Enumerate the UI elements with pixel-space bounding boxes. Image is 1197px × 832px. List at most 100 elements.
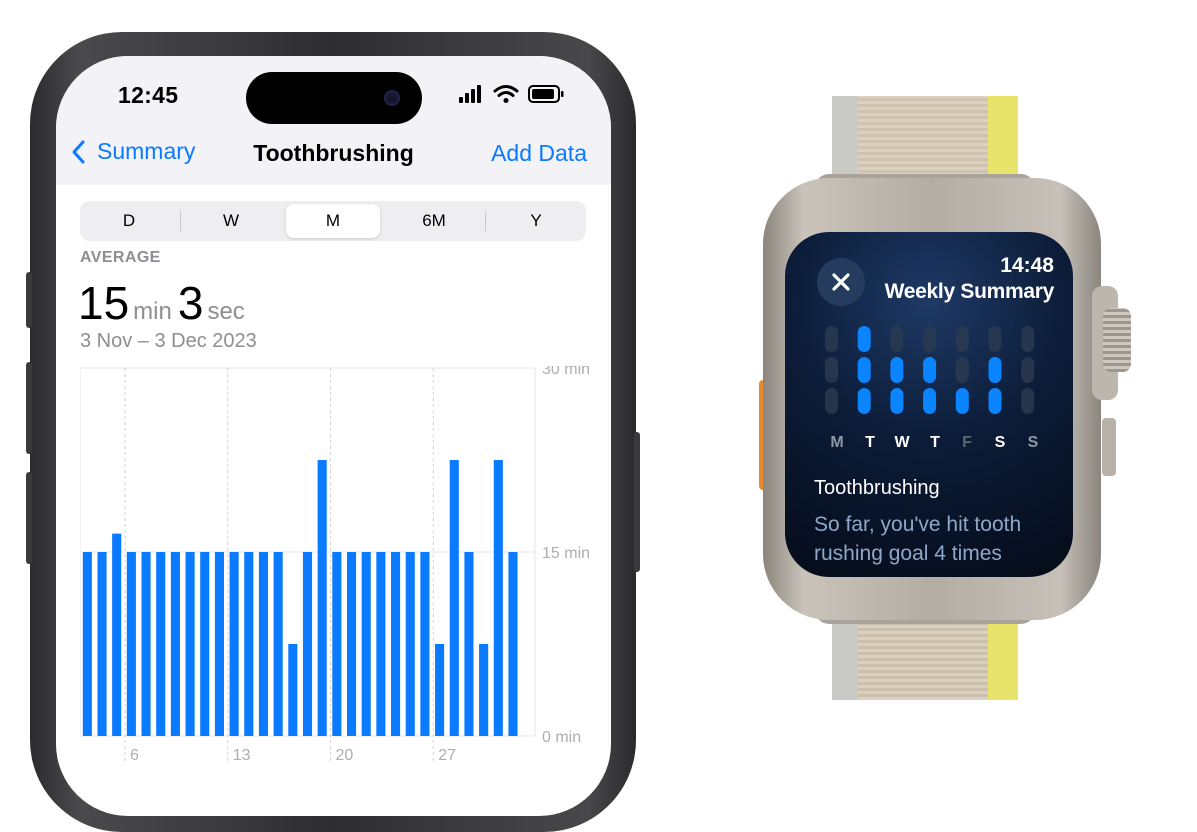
chart-bar [244,552,254,736]
chart-bar [229,552,239,736]
segment-divider [180,211,181,231]
y-tick-label: 30 min [542,366,590,378]
segment-six-months[interactable]: 6M [387,204,481,238]
status-time: 12:45 [118,82,179,108]
chart-bar [170,552,180,736]
chart-bar [405,552,415,736]
chart-bar [493,460,503,736]
x-tick-label: 13 [233,747,251,764]
day-label-tuesday: T [865,434,875,451]
close-icon [832,273,850,291]
chart-bar [156,552,166,736]
watch-summary-message: So far, you've hit tooth rushing goal 4 … [814,513,1022,565]
chart-bar [185,552,195,736]
goal-segment-empty [825,326,838,352]
goal-segment-empty [825,357,838,383]
watch-metric-label: Toothbrushing [814,477,940,499]
day-label-friday: F [962,434,972,451]
goal-segment-empty [955,357,969,383]
status-icons [459,85,564,103]
chart-bar [464,552,474,736]
chart-bar [302,552,313,736]
close-button[interactable] [817,258,865,306]
chart-bar [214,552,224,736]
average-seconds: 3 [177,277,204,329]
chart-bar [97,552,107,736]
chart-bar [435,644,445,736]
chart-bar [449,460,459,736]
chart-bar [112,533,122,736]
segment-month[interactable]: M [286,204,380,238]
minutes-unit: min [133,298,172,325]
goal-segment-empty [955,326,969,352]
chart-bar [361,552,371,736]
goal-segment-empty [1021,388,1035,414]
chart-bar [288,644,298,736]
day-label-thursday: T [930,434,940,451]
goal-segment-met [955,388,969,414]
action-button [26,272,32,328]
segment-divider [485,211,486,231]
toothbrushing-bar-chart[interactable]: 30 min 15 min 0 min 6 13 20 27 [80,366,605,776]
digital-crown[interactable] [1103,308,1131,372]
segment-year[interactable]: Y [489,204,583,238]
goal-segment-empty [825,388,838,414]
goal-segment-met [857,357,871,383]
time-range-segmented-control: D W M 6M Y [80,201,586,241]
goal-segment-met [890,357,904,383]
side-button [634,432,640,572]
chart-bar [273,552,283,736]
goal-segment-met [890,388,904,414]
day-label-saturday: S [994,434,1006,451]
chart-bar [346,552,357,736]
chart-bar [376,552,386,736]
day-label-monday: M [830,434,844,451]
segment-day[interactable]: D [82,204,176,238]
day-label-wednesday: W [894,434,910,451]
y-tick-label: 15 min [542,545,590,562]
date-range: 3 Nov – 3 Dec 2023 [80,330,257,352]
segment-week[interactable]: W [184,204,278,238]
watch-time: 14:48 [1000,254,1054,277]
goal-segment-met [857,388,871,414]
watch-title: Weekly Summary [884,280,1055,303]
weekly-goal-bars [825,326,1035,414]
x-tick-label: 6 [130,747,139,764]
chart-bar [420,552,430,736]
chart-bar [332,552,342,736]
goal-segment-met [988,357,1002,383]
wifi-icon [493,85,519,103]
goal-segment-met [988,388,1002,414]
chart-bar [258,552,269,736]
chart-bar [391,552,401,736]
watch-screen: 14:48 Weekly Summary M T W T F S S Tooth… [785,232,1073,577]
front-camera [384,90,400,106]
average-minutes: 15 [78,277,130,329]
day-label-sunday: S [1027,434,1039,451]
cellular-signal-icon [459,85,481,103]
average-value: 15 min 3 sec [78,276,251,330]
seconds-unit: sec [207,298,245,325]
goal-segment-met [923,357,937,383]
goal-segment-empty [1021,326,1035,352]
average-label: AVERAGE [80,249,161,266]
watch-side-button[interactable] [1102,418,1116,476]
battery-icon [528,85,564,103]
x-tick-label: 20 [336,747,354,764]
goal-segment-empty [1021,357,1035,383]
chart-bar [479,644,489,736]
chart-bar [200,552,210,736]
goal-segment-empty [988,326,1002,352]
chart-bar [126,552,136,736]
y-tick-label: 0 min [542,729,581,746]
goal-segment-met [857,326,871,352]
phone-screen: 12:45 Summary Toothbrushing Add Data D W… [56,56,611,816]
volume-down-button [26,472,32,564]
goal-segment-empty [923,326,937,352]
chart-bar [141,552,151,736]
volume-up-button [26,362,32,454]
add-data-button[interactable]: Add Data [491,140,587,167]
chart-bar [82,552,92,736]
dynamic-island [246,72,422,124]
goal-segment-met [923,388,937,414]
